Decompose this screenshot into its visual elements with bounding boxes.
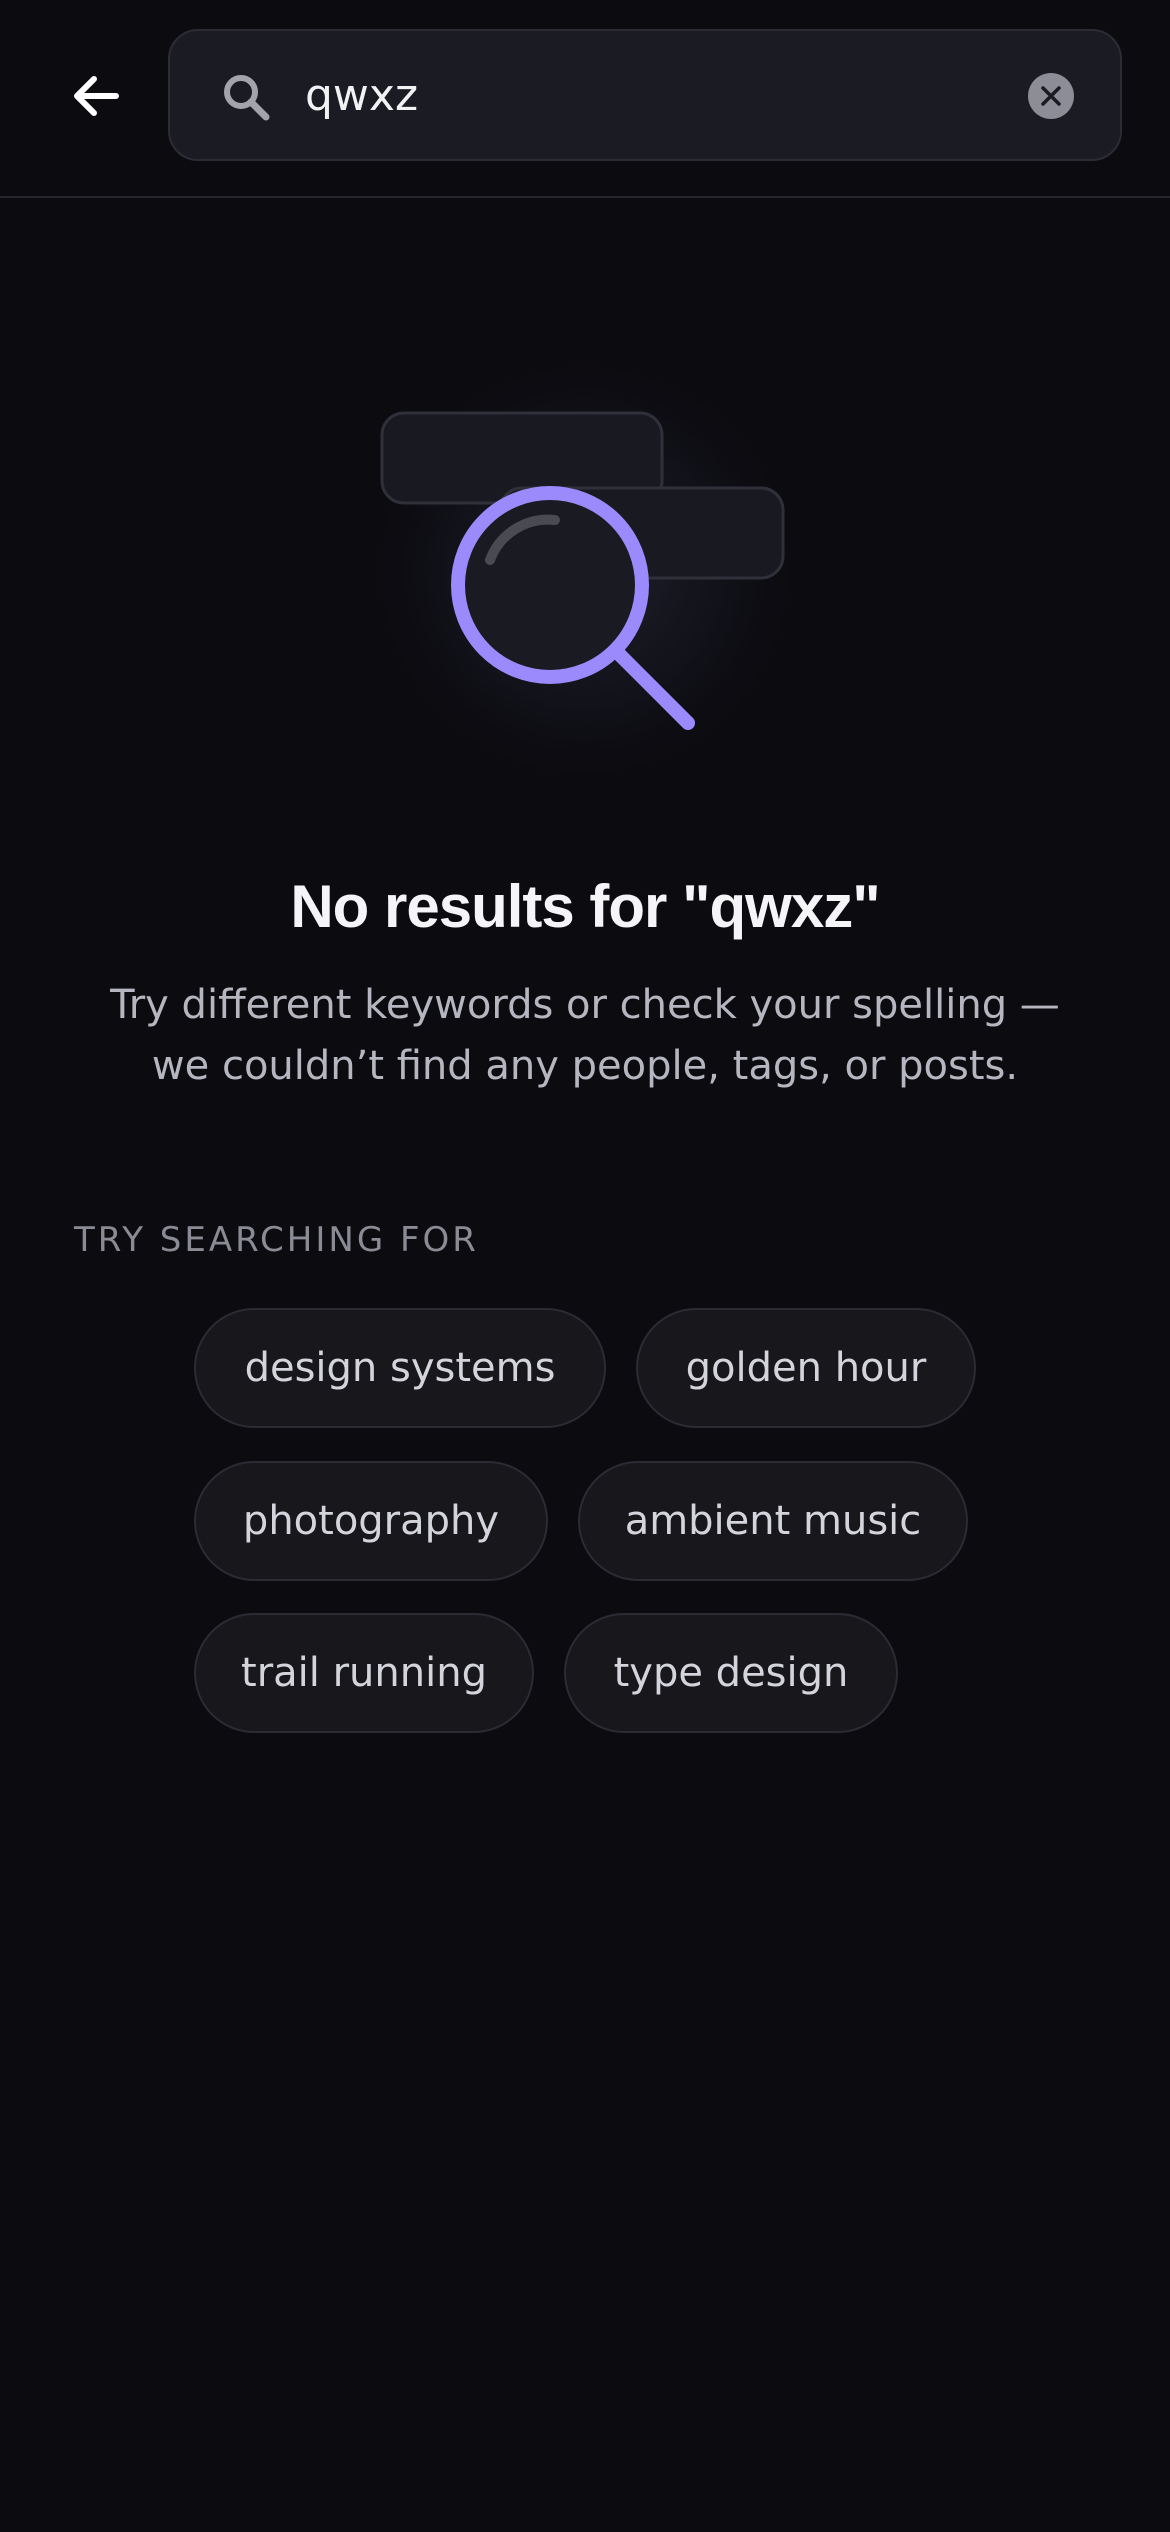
clear-search-button[interactable] xyxy=(1028,73,1074,119)
arrow-left-icon xyxy=(74,76,119,116)
search-icon xyxy=(224,75,270,121)
back-button[interactable] xyxy=(58,58,134,134)
suggestion-chip[interactable]: photography xyxy=(194,1461,548,1581)
top-bar xyxy=(0,0,1170,198)
search-bar[interactable] xyxy=(168,29,1122,161)
suggestion-chip[interactable]: trail running xyxy=(194,1613,534,1733)
subtitle-line-2: we couldn’t find any people, tags, or po… xyxy=(151,1043,1019,1089)
suggestions-label: TRY SEARCHING FOR xyxy=(74,1220,479,1260)
no-results-illustration xyxy=(360,345,810,795)
suggestion-chip[interactable]: ambient music xyxy=(578,1461,968,1581)
search-input[interactable] xyxy=(305,59,965,131)
subtitle-line-1: Try different keywords or check your spe… xyxy=(110,982,1060,1028)
suggestion-chip[interactable]: golden hour xyxy=(636,1308,976,1428)
empty-state-subtitle: Try different keywords or check your spe… xyxy=(70,975,1100,1097)
close-icon xyxy=(1041,86,1061,106)
empty-state-title: No results for "qwxz" xyxy=(290,873,880,940)
suggestion-chip[interactable]: type design xyxy=(564,1613,898,1733)
suggestion-chip[interactable]: design systems xyxy=(194,1308,606,1428)
